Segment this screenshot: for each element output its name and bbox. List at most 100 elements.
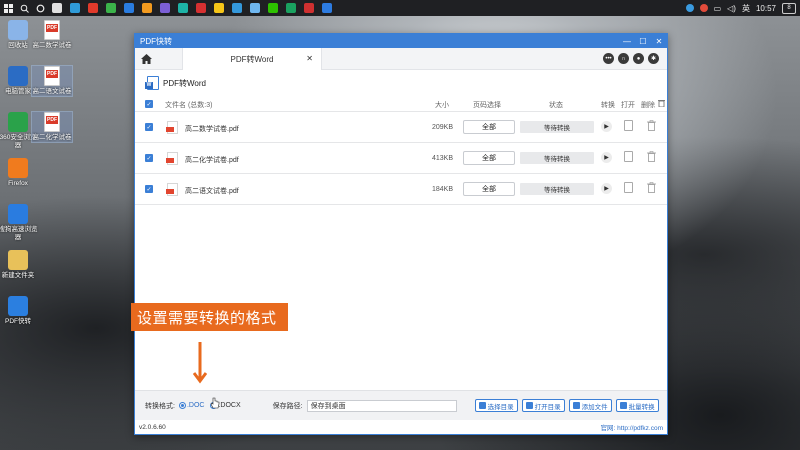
open-file-icon[interactable] bbox=[624, 120, 633, 131]
tray-app-icon[interactable] bbox=[699, 4, 708, 12]
sogou-browser-icon bbox=[8, 204, 28, 224]
col-open: 打开 bbox=[621, 102, 635, 109]
folder-open-icon bbox=[525, 402, 533, 409]
title-bar[interactable]: PDF快转 — ☐ ✕ bbox=[135, 34, 667, 48]
batch-convert-button[interactable]: 批量转换 bbox=[615, 399, 659, 412]
ime-indicator[interactable]: 英 bbox=[742, 3, 750, 14]
table-row[interactable]: ✓ 高二语文试卷.pdf 184KB 全部 等待转换 ▶ bbox=[135, 174, 667, 205]
window-title: PDF快转 bbox=[140, 36, 172, 46]
pdf-file-icon: PDF bbox=[44, 20, 60, 40]
desktop-icon[interactable]: PDF 高二语文试卷 bbox=[31, 65, 73, 97]
select-all-checkbox[interactable]: ✓ bbox=[145, 100, 153, 108]
user-icon[interactable]: ● bbox=[633, 53, 644, 64]
row-checkbox[interactable]: ✓ bbox=[145, 185, 153, 193]
pdf-file-icon bbox=[166, 152, 178, 165]
page-select-button[interactable]: 全部 bbox=[463, 182, 515, 196]
format-doc-radio[interactable] bbox=[178, 402, 186, 409]
desktop-icon[interactable]: 搜狗高速浏览器 bbox=[0, 204, 38, 242]
section-header: PDF转Word bbox=[135, 70, 667, 96]
down-arrow-icon bbox=[193, 342, 207, 384]
table-row[interactable]: ✓ 高二化学试卷.pdf 413KB 全部 等待转换 ▶ bbox=[135, 143, 667, 174]
path-label: 保存路径: bbox=[272, 402, 303, 410]
website-link[interactable]: 官网: http://pdfkz.com bbox=[601, 422, 664, 432]
app-purple-icon bbox=[160, 3, 170, 13]
taskbar-app-task-view[interactable] bbox=[48, 0, 66, 16]
desktop-icon[interactable]: PDF 高二化学试卷 bbox=[31, 111, 73, 143]
taskbar-app-app-red3[interactable] bbox=[300, 0, 318, 16]
trash-all-icon[interactable] bbox=[658, 99, 665, 109]
table-header: ✓ 文件名 (总数:3) 大小 页码选择 状态 转换 打开 删除 bbox=[135, 96, 667, 112]
select-dir-button[interactable]: 选择目录 bbox=[474, 399, 518, 412]
taskbar-app-app-blue2[interactable] bbox=[228, 0, 246, 16]
windows-start-icon[interactable] bbox=[0, 0, 16, 16]
app-yellow-icon bbox=[214, 3, 224, 13]
page-select-button[interactable]: 全部 bbox=[463, 151, 515, 165]
taskbar-app-app-orange[interactable] bbox=[138, 0, 156, 16]
search-icon[interactable] bbox=[16, 0, 32, 16]
pdf-file-icon bbox=[166, 183, 178, 196]
taskbar-app-app-green2[interactable] bbox=[282, 0, 300, 16]
app-green2-icon bbox=[286, 3, 296, 13]
trash-icon[interactable] bbox=[647, 151, 656, 162]
tab-pdf-to-word[interactable]: PDF转Word ✕ bbox=[182, 48, 322, 70]
play-icon[interactable]: ▶ bbox=[601, 121, 612, 132]
taskbar-app-app-red2[interactable] bbox=[192, 0, 210, 16]
minimize-button[interactable]: — bbox=[619, 34, 635, 48]
taskbar-app-app-teal[interactable] bbox=[174, 0, 192, 16]
tab-close-icon[interactable]: ✕ bbox=[306, 54, 313, 63]
network-icon[interactable]: ▭ bbox=[714, 4, 722, 13]
clock[interactable]: 10:57 bbox=[756, 4, 776, 13]
desktop-icon[interactable]: PDF快转 bbox=[0, 296, 38, 326]
play-icon[interactable]: ▶ bbox=[601, 183, 612, 194]
volume-icon[interactable]: ◁) bbox=[727, 4, 736, 13]
trash-icon[interactable] bbox=[647, 182, 656, 193]
convert-icon bbox=[619, 402, 627, 409]
open-dir-button[interactable]: 打开目录 bbox=[521, 399, 565, 412]
taskbar-app-app-red[interactable] bbox=[84, 0, 102, 16]
status-badge: 等待转换 bbox=[520, 121, 594, 133]
open-file-icon[interactable] bbox=[624, 182, 633, 193]
taskbar-app-app-green[interactable] bbox=[102, 0, 120, 16]
app-blue2-icon bbox=[232, 3, 242, 13]
tray-app-icon[interactable] bbox=[685, 4, 694, 12]
col-status: 状态 bbox=[549, 102, 563, 109]
desktop-icon-label: PDF快转 bbox=[5, 318, 31, 325]
close-button[interactable]: ✕ bbox=[651, 34, 667, 48]
taskbar-app-app-blue[interactable] bbox=[120, 0, 138, 16]
format-doc-option[interactable]: .DOC bbox=[178, 402, 204, 409]
cortana-icon[interactable] bbox=[32, 0, 48, 16]
page-select-button[interactable]: 全部 bbox=[463, 120, 515, 134]
desktop-icon-label: 搜狗高速浏览器 bbox=[0, 226, 38, 241]
desktop-icon-label: Firefox bbox=[8, 180, 28, 187]
desktop-icon[interactable]: Firefox bbox=[0, 158, 38, 188]
row-checkbox[interactable]: ✓ bbox=[145, 123, 153, 131]
taskbar: ▭ ◁) 英 10:57 8 bbox=[0, 0, 800, 16]
callout-text: 设置需要转换的格式 bbox=[137, 309, 277, 327]
taskbar-app-app-yellow[interactable] bbox=[210, 0, 228, 16]
home-icon[interactable] bbox=[135, 48, 157, 70]
save-path-input[interactable]: 保存到桌面 bbox=[306, 399, 457, 412]
chat-icon[interactable]: ••• bbox=[603, 53, 614, 64]
notification-icon[interactable]: 8 bbox=[782, 2, 796, 14]
taskbar-app-app-purple[interactable] bbox=[156, 0, 174, 16]
desktop-icon-label: 高二化学试卷 bbox=[32, 134, 72, 141]
table-row[interactable]: ✓ 高二数学试卷.pdf 209KB 全部 等待转换 ▶ bbox=[135, 112, 667, 143]
open-file-icon[interactable] bbox=[624, 151, 633, 162]
status-badge: 等待转换 bbox=[520, 152, 594, 164]
taskbar-app-app-lightblue[interactable] bbox=[246, 0, 264, 16]
play-icon[interactable]: ▶ bbox=[601, 152, 612, 163]
taskbar-app-edge[interactable] bbox=[66, 0, 84, 16]
trash-icon[interactable] bbox=[647, 120, 656, 131]
app-blue-icon bbox=[124, 3, 134, 13]
col-name: 文件名 (总数:3) bbox=[165, 102, 213, 109]
add-file-button[interactable]: 添加文件 bbox=[568, 399, 612, 412]
row-checkbox[interactable]: ✓ bbox=[145, 154, 153, 162]
desktop-icon[interactable]: 新建文件夹 bbox=[0, 250, 38, 280]
pdf-file-icon bbox=[166, 121, 178, 134]
gear-icon[interactable]: ✱ bbox=[648, 53, 659, 64]
taskbar-app-app-blue3[interactable] bbox=[318, 0, 336, 16]
headset-icon[interactable]: ∩ bbox=[618, 53, 629, 64]
desktop-icon[interactable]: PDF 高二数学试卷 bbox=[32, 20, 72, 50]
maximize-button[interactable]: ☐ bbox=[635, 34, 651, 48]
taskbar-app-app-wechat[interactable] bbox=[264, 0, 282, 16]
